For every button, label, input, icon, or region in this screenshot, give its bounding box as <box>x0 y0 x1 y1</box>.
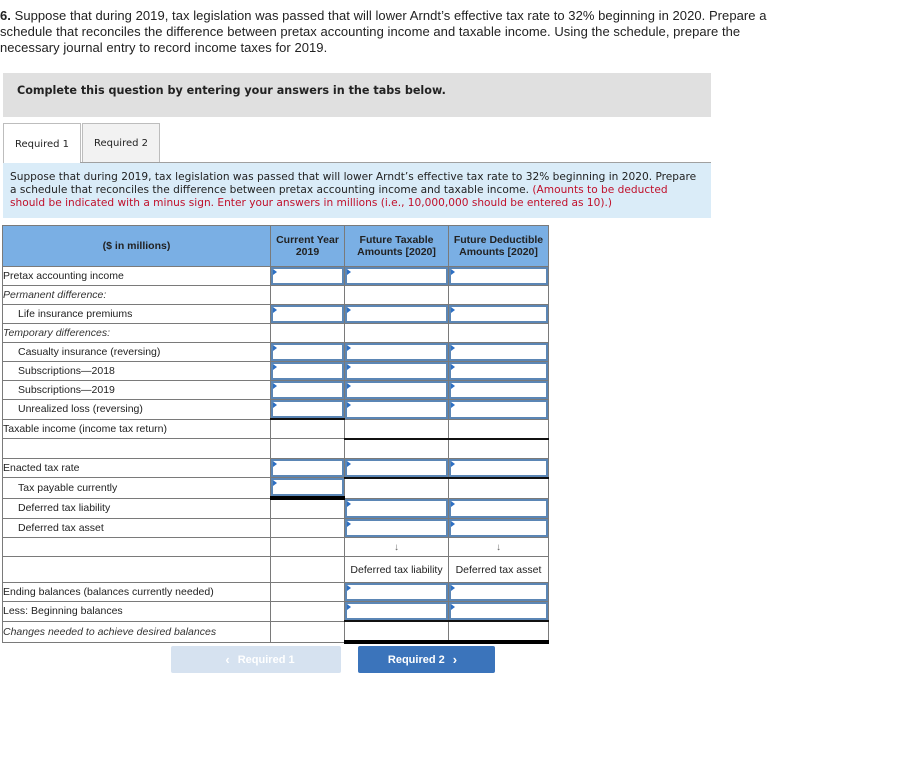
pretax-deductible-input[interactable] <box>448 266 549 286</box>
table-subheader-row: Deferred tax liability Deferred tax asse… <box>2 556 549 583</box>
rate-taxable-input[interactable] <box>344 457 449 478</box>
row-label: Casualty insurance (reversing) <box>2 342 271 362</box>
table-row: Enacted tax rate <box>2 457 549 478</box>
instruction-bar: Complete this question by entering your … <box>3 73 711 117</box>
subs2018-deductible-input[interactable] <box>448 361 549 381</box>
row-label: Pretax accounting income <box>2 266 271 286</box>
taxable-taxable-cell <box>344 418 449 439</box>
table-row: Deferred tax liability <box>2 497 549 519</box>
row-label: Taxable income (income tax return) <box>2 418 271 439</box>
beginning-dtl-input[interactable] <box>344 601 449 622</box>
header-label: ($ in millions) <box>2 225 271 267</box>
unrealized-deductible-input[interactable] <box>448 399 549 420</box>
casualty-taxable-input[interactable] <box>344 342 449 362</box>
table-row: Permanent difference: <box>2 285 549 305</box>
chevron-right-icon: › <box>452 652 458 667</box>
subs2019-deductible-input[interactable] <box>448 380 549 400</box>
row-label: Life insurance premiums <box>2 304 271 324</box>
taxable-current-cell <box>270 418 345 439</box>
row-label: Less: Beginning balances <box>2 601 271 622</box>
ending-dtl-input[interactable] <box>344 582 449 602</box>
row-label: Enacted tax rate <box>2 457 271 478</box>
table-row: Taxable income (income tax return) <box>2 418 549 439</box>
chevron-left-icon: ‹ <box>225 652 230 667</box>
table-row: Deferred tax asset <box>2 518 549 538</box>
pretax-current-input[interactable] <box>270 266 345 286</box>
unrealized-current-input[interactable] <box>270 399 345 420</box>
changes-dta-cell <box>448 620 549 644</box>
question-body: Suppose that during 2019, tax legislatio… <box>0 8 767 55</box>
dtl-taxable-input[interactable] <box>344 497 449 519</box>
table-row: Life insurance premiums <box>2 304 549 324</box>
down-arrow-icon: ↓ <box>344 537 449 557</box>
table-row: Less: Beginning balances <box>2 601 549 622</box>
dta-deductible-input[interactable] <box>448 518 549 538</box>
table-row: Changes needed to achieve desired balanc… <box>2 620 549 644</box>
subheader-dtl: Deferred tax liability <box>344 556 449 583</box>
unrealized-taxable-input[interactable] <box>344 399 449 420</box>
row-label: Deferred tax liability <box>2 497 271 519</box>
subs2019-current-input[interactable] <box>270 380 345 400</box>
reconciliation-schedule: ($ in millions) Current Year 2019 Future… <box>2 225 549 644</box>
table-row: Tax payable currently <box>2 476 549 500</box>
row-label: Unrealized loss (reversing) <box>2 399 271 420</box>
life-ins-deductible-input[interactable] <box>448 304 549 324</box>
table-row: Casualty insurance (reversing) <box>2 342 549 362</box>
table-row: Ending balances (balances currently need… <box>2 582 549 602</box>
table-header-row: ($ in millions) Current Year 2019 Future… <box>2 225 549 267</box>
rate-current-input[interactable] <box>270 457 345 478</box>
instruction-text: Complete this question by entering your … <box>17 84 446 97</box>
taxable-deductible-cell <box>448 418 549 439</box>
prev-button-label: Required 1 <box>237 653 295 666</box>
row-label: Temporary differences: <box>2 323 271 343</box>
next-required-2-button[interactable]: Required 2 › <box>358 646 495 673</box>
subs2019-taxable-input[interactable] <box>344 380 449 400</box>
tab-required-1[interactable]: Required 1 <box>3 123 81 164</box>
table-row: Subscriptions—2018 <box>2 361 549 381</box>
ending-dta-input[interactable] <box>448 582 549 602</box>
changes-dtl-cell <box>344 620 449 644</box>
pretax-taxable-input[interactable] <box>344 266 449 286</box>
life-ins-taxable-input[interactable] <box>344 304 449 324</box>
next-button-label: Required 2 <box>387 653 445 666</box>
table-row-arrows: ↓ ↓ <box>2 537 549 557</box>
header-current-year: Current Year 2019 <box>270 225 345 267</box>
subheader-dta: Deferred tax asset <box>448 556 549 583</box>
tab-bar: Required 1 Required 2 <box>3 123 711 164</box>
row-label: Tax payable currently <box>2 477 271 499</box>
row-label: Subscriptions—2018 <box>2 361 271 381</box>
row-label: Changes needed to achieve desired balanc… <box>2 620 271 643</box>
beginning-dta-input[interactable] <box>448 601 549 622</box>
header-future-taxable: Future Taxable Amounts [2020] <box>344 225 449 267</box>
question-text: 6. Suppose that during 2019, tax legisla… <box>0 8 790 56</box>
dta-taxable-input[interactable] <box>344 518 449 538</box>
prev-required-1-button[interactable]: ‹ Required 1 <box>171 646 341 673</box>
tab-required-2[interactable]: Required 2 <box>82 123 160 163</box>
row-label: Ending balances (balances currently need… <box>2 582 271 602</box>
table-row: Unrealized loss (reversing) <box>2 399 549 420</box>
prompt-box: Suppose that during 2019, tax legislatio… <box>3 163 711 218</box>
subs2018-taxable-input[interactable] <box>344 361 449 381</box>
dtl-deductible-input[interactable] <box>448 497 549 519</box>
row-label: Subscriptions—2019 <box>2 380 271 400</box>
row-label: Deferred tax asset <box>2 518 271 538</box>
header-future-deductible: Future Deductible Amounts [2020] <box>448 225 549 267</box>
rate-deductible-input[interactable] <box>448 457 549 478</box>
table-row: Subscriptions—2019 <box>2 380 549 400</box>
table-row-blank <box>2 437 549 459</box>
down-arrow-icon: ↓ <box>448 537 549 557</box>
table-row: Temporary differences: <box>2 323 549 343</box>
life-ins-current-input[interactable] <box>270 304 345 324</box>
row-label: Permanent difference: <box>2 285 271 305</box>
payable-current-input[interactable] <box>270 477 345 500</box>
casualty-current-input[interactable] <box>270 342 345 362</box>
question-number: 6. <box>0 8 11 23</box>
casualty-deductible-input[interactable] <box>448 342 549 362</box>
subs2018-current-input[interactable] <box>270 361 345 381</box>
table-row: Pretax accounting income <box>2 266 549 286</box>
